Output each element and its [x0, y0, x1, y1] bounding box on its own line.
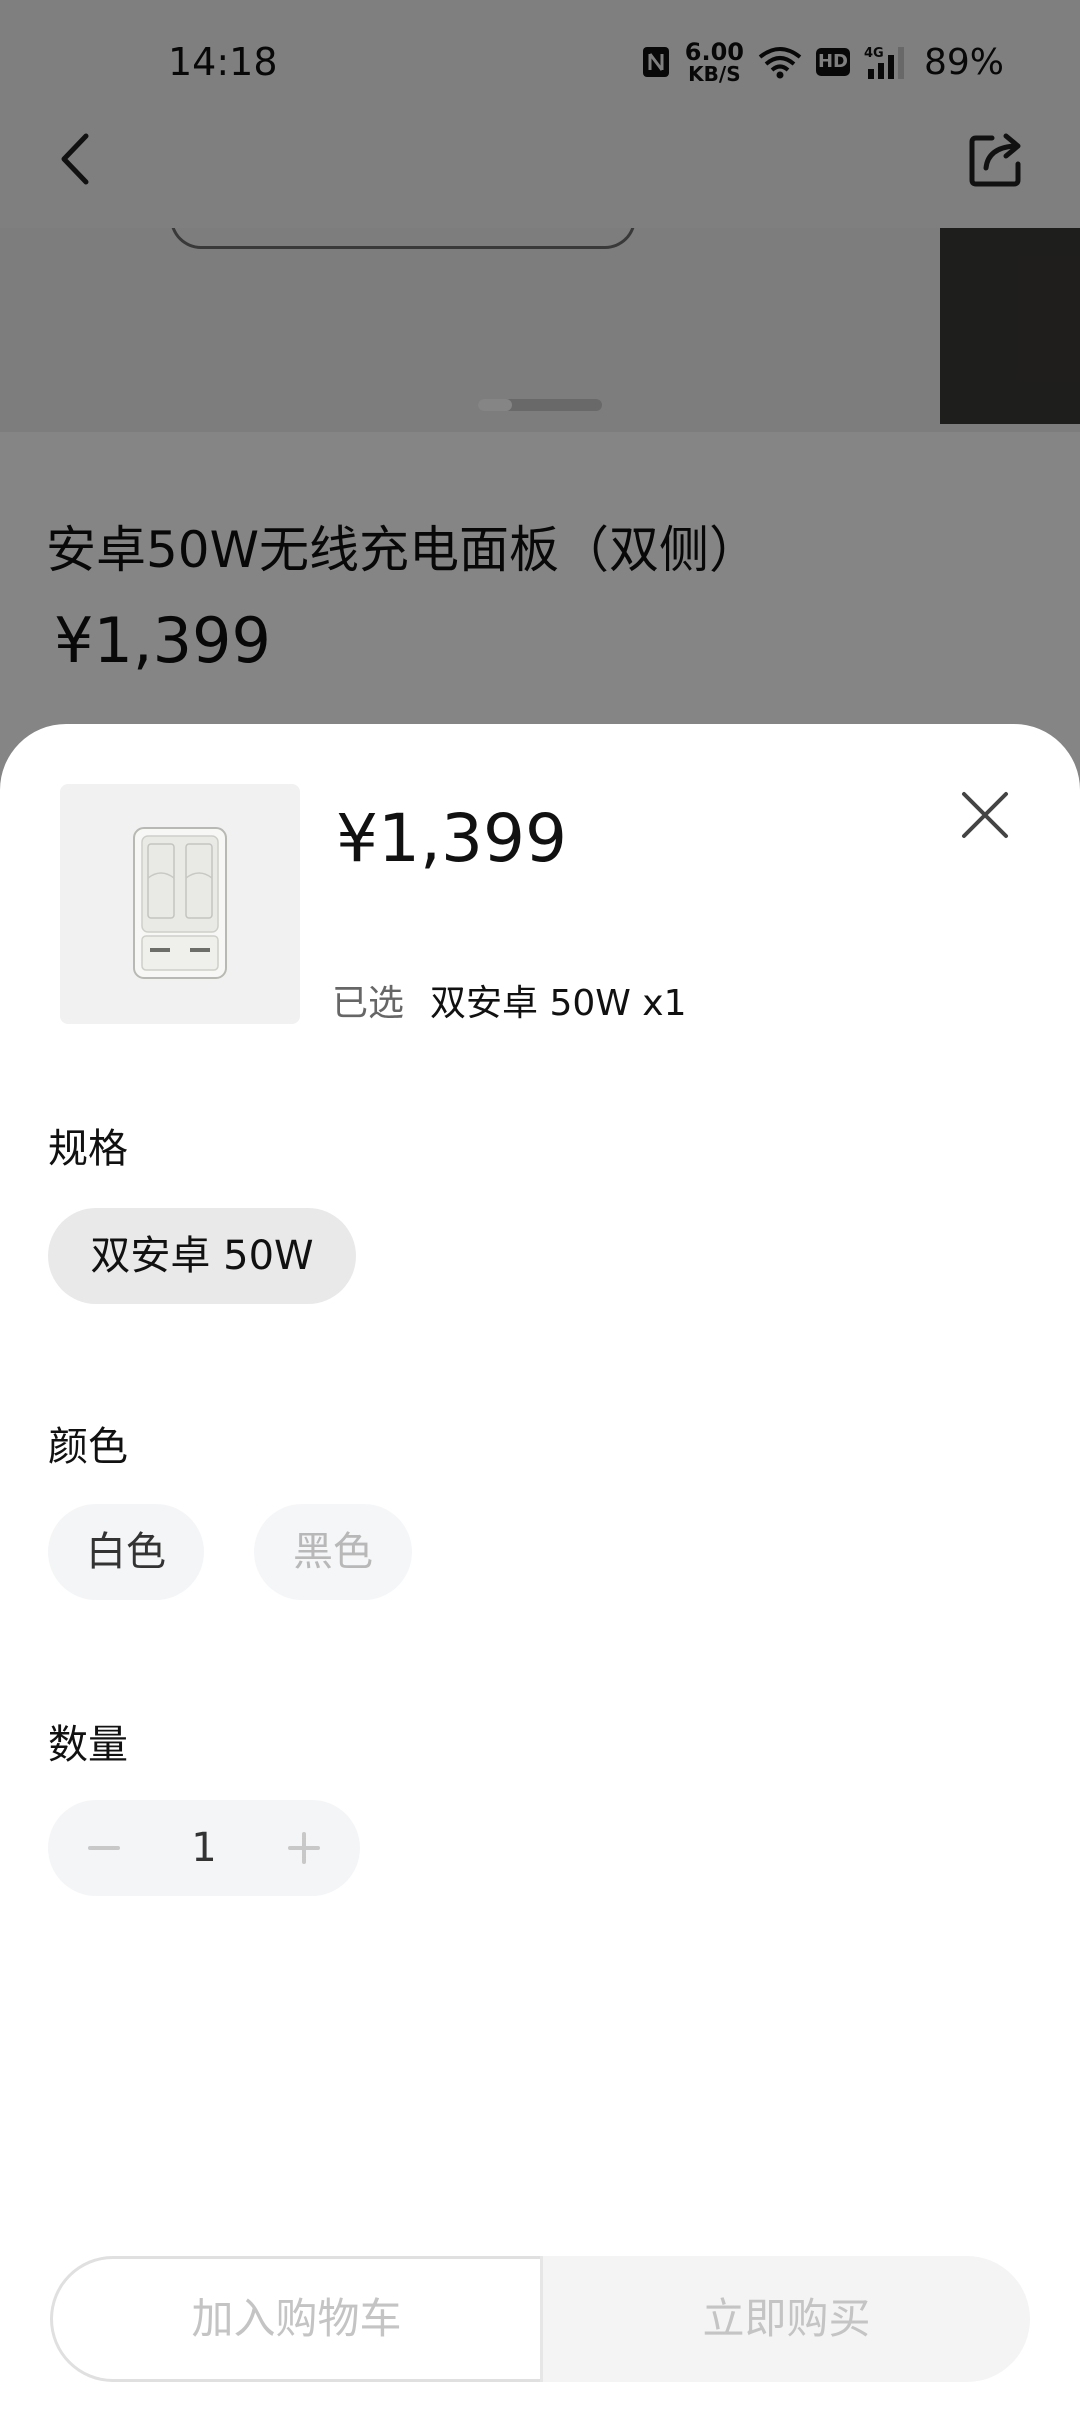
- color-option-white[interactable]: 白色: [48, 1504, 204, 1600]
- add-to-cart-button[interactable]: 加入购物车: [50, 2256, 540, 2382]
- sku-price: ¥1,399: [336, 800, 567, 877]
- close-button[interactable]: [956, 786, 1014, 844]
- quantity-section-label: 数量: [48, 1722, 128, 1768]
- wireless-charger-image: [133, 827, 227, 979]
- selected-summary: 已选 双安卓 50W x1: [332, 974, 687, 1026]
- spec-option-dual-android-50w[interactable]: 双安卓 50W: [48, 1208, 356, 1304]
- quantity-stepper: 1: [48, 1800, 360, 1896]
- selected-label: 已选: [332, 983, 405, 1024]
- buy-now-button[interactable]: 立即购买: [540, 2256, 1030, 2382]
- sku-selection-sheet: ¥1,399 已选 双安卓 50W x1 规格 双安卓 50W 颜色 白色 黑色 …: [0, 724, 1080, 2412]
- color-section-label: 颜色: [48, 1424, 128, 1470]
- close-icon: [962, 792, 1008, 838]
- color-option-black[interactable]: 黑色: [254, 1504, 412, 1600]
- selected-value: 双安卓 50W x1: [430, 983, 687, 1024]
- quantity-increase-button[interactable]: [280, 1824, 328, 1872]
- plus-icon: [288, 1832, 320, 1864]
- spec-section-label: 规格: [48, 1126, 128, 1172]
- sku-thumbnail: [60, 784, 300, 1024]
